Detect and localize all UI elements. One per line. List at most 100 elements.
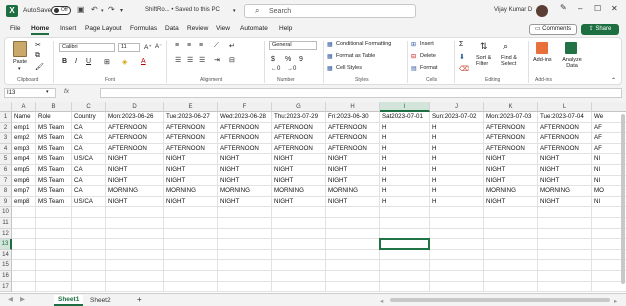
table-cell[interactable] bbox=[380, 249, 430, 261]
table-cell[interactable]: H bbox=[430, 122, 484, 134]
tab-review[interactable]: Review bbox=[187, 25, 208, 32]
table-cell[interactable] bbox=[484, 207, 538, 218]
delete-cells-button[interactable]: Delete bbox=[420, 53, 436, 59]
table-cell[interactable] bbox=[72, 271, 106, 282]
table-cell[interactable]: H bbox=[430, 143, 484, 155]
table-cell[interactable]: NIGHT bbox=[484, 154, 538, 165]
horizontal-scroll-right-icon[interactable]: ▸ bbox=[614, 297, 617, 305]
table-cell[interactable] bbox=[12, 218, 36, 229]
table-cell[interactable] bbox=[106, 271, 164, 282]
align-left-icon[interactable]: ☰ bbox=[175, 56, 181, 64]
column-header-h[interactable]: H bbox=[326, 102, 380, 112]
table-cell[interactable] bbox=[272, 271, 326, 282]
table-cell[interactable] bbox=[36, 207, 72, 218]
table-cell[interactable]: CA bbox=[72, 165, 106, 176]
table-cell[interactable]: NIGHT bbox=[326, 165, 380, 176]
table-cell[interactable]: AFTERNOON bbox=[106, 122, 164, 134]
header-cell[interactable]: Mon:2023-07-03 bbox=[484, 112, 538, 123]
table-cell[interactable]: emp2 bbox=[12, 133, 36, 144]
table-cell[interactable] bbox=[272, 281, 326, 293]
name-box-dropdown-icon[interactable]: ▾ bbox=[46, 89, 49, 95]
table-cell[interactable] bbox=[272, 207, 326, 218]
table-cell[interactable]: AFTERNOON bbox=[326, 143, 380, 155]
table-cell[interactable]: NIGHT bbox=[218, 175, 272, 187]
copy-icon[interactable]: ⧉ bbox=[35, 52, 40, 60]
table-cell[interactable] bbox=[106, 218, 164, 229]
table-cell[interactable] bbox=[430, 239, 484, 250]
table-cell[interactable]: NIGHT bbox=[164, 196, 218, 208]
table-cell[interactable] bbox=[36, 281, 72, 293]
column-header-g[interactable]: G bbox=[272, 102, 326, 112]
row-header-17[interactable]: 17 bbox=[0, 281, 12, 293]
row-header-5[interactable]: 5 bbox=[0, 154, 12, 165]
table-cell[interactable] bbox=[164, 239, 218, 250]
tab-automate[interactable]: Automate bbox=[240, 25, 268, 32]
table-cell[interactable] bbox=[326, 260, 380, 271]
table-cell[interactable] bbox=[326, 271, 380, 282]
borders-icon[interactable]: ⊞ bbox=[104, 58, 110, 66]
number-format-select[interactable]: General bbox=[269, 41, 317, 50]
table-cell[interactable] bbox=[538, 260, 592, 271]
row-header-13[interactable]: 13 bbox=[0, 239, 12, 250]
column-header-a[interactable]: A bbox=[12, 102, 36, 112]
autosave-toggle[interactable]: Off bbox=[51, 6, 71, 15]
column-header-b[interactable]: B bbox=[36, 102, 72, 112]
table-cell[interactable]: MS Team bbox=[36, 165, 72, 176]
table-cell[interactable] bbox=[484, 218, 538, 229]
collapse-ribbon-icon[interactable]: ⌃ bbox=[611, 77, 616, 84]
header-cell[interactable]: Sun:2023-07-02 bbox=[430, 112, 484, 123]
header-cell[interactable]: Fri:2023-06-30 bbox=[326, 112, 380, 123]
table-cell[interactable] bbox=[12, 228, 36, 240]
row-header-9[interactable]: 9 bbox=[0, 196, 12, 208]
table-cell[interactable] bbox=[12, 281, 36, 293]
table-cell[interactable]: NIGHT bbox=[326, 196, 380, 208]
table-cell[interactable] bbox=[326, 207, 380, 218]
table-cell[interactable]: NIGHT bbox=[484, 165, 538, 176]
table-cell[interactable]: NIGHT bbox=[272, 196, 326, 208]
table-cell[interactable]: emp8 bbox=[12, 196, 36, 208]
font-name-select[interactable]: Calibri bbox=[59, 43, 115, 52]
row-header-7[interactable]: 7 bbox=[0, 175, 12, 187]
table-cell[interactable]: NIGHT bbox=[272, 175, 326, 187]
tab-formulas[interactable]: Formulas bbox=[130, 25, 157, 32]
table-cell[interactable]: NIGHT bbox=[106, 154, 164, 165]
row-header-3[interactable]: 3 bbox=[0, 133, 12, 144]
row-header-6[interactable]: 6 bbox=[0, 165, 12, 176]
tab-page-layout[interactable]: Page Layout bbox=[85, 25, 122, 32]
table-cell[interactable]: NIGHT bbox=[538, 165, 592, 176]
increase-font-icon[interactable]: A⁺ bbox=[144, 43, 152, 51]
bottom-align-icon[interactable]: ≡ bbox=[199, 42, 203, 49]
table-cell[interactable] bbox=[484, 228, 538, 240]
save-icon[interactable]: ▣ bbox=[77, 5, 85, 14]
table-cell[interactable]: NIGHT bbox=[218, 165, 272, 176]
table-cell[interactable]: MORNING bbox=[218, 186, 272, 197]
table-cell[interactable]: H bbox=[380, 196, 430, 208]
table-cell[interactable]: MS Team bbox=[36, 122, 72, 134]
paste-icon[interactable] bbox=[13, 41, 27, 57]
table-cell[interactable]: NIGHT bbox=[484, 196, 538, 208]
table-cell[interactable]: CA bbox=[72, 175, 106, 187]
table-cell[interactable] bbox=[272, 218, 326, 229]
table-cell[interactable] bbox=[36, 228, 72, 240]
table-cell[interactable] bbox=[106, 281, 164, 293]
orientation-icon[interactable]: ⟋ bbox=[214, 42, 219, 50]
table-cell[interactable]: NIGHT bbox=[538, 175, 592, 187]
add-sheet-button[interactable]: + bbox=[137, 295, 142, 304]
table-cell[interactable] bbox=[72, 249, 106, 261]
table-cell[interactable]: NIGHT bbox=[218, 154, 272, 165]
table-cell[interactable]: CA bbox=[72, 122, 106, 134]
align-center-icon[interactable]: ☰ bbox=[187, 56, 193, 64]
share-button[interactable]: ⇪ Share bbox=[581, 24, 619, 35]
table-cell[interactable] bbox=[430, 218, 484, 229]
table-cell[interactable]: MORNING bbox=[106, 186, 164, 197]
table-cell[interactable]: AFTERNOON bbox=[326, 133, 380, 144]
horizontal-scrollbar[interactable] bbox=[390, 298, 610, 302]
table-cell[interactable]: MS Team bbox=[36, 133, 72, 144]
table-cell[interactable] bbox=[430, 249, 484, 261]
table-cell[interactable] bbox=[430, 271, 484, 282]
row-header-4[interactable]: 4 bbox=[0, 143, 12, 155]
column-header-c[interactable]: C bbox=[72, 102, 106, 112]
table-cell[interactable] bbox=[538, 228, 592, 240]
tab-insert[interactable]: Insert bbox=[60, 25, 76, 32]
table-cell[interactable]: AFTERNOON bbox=[164, 143, 218, 155]
